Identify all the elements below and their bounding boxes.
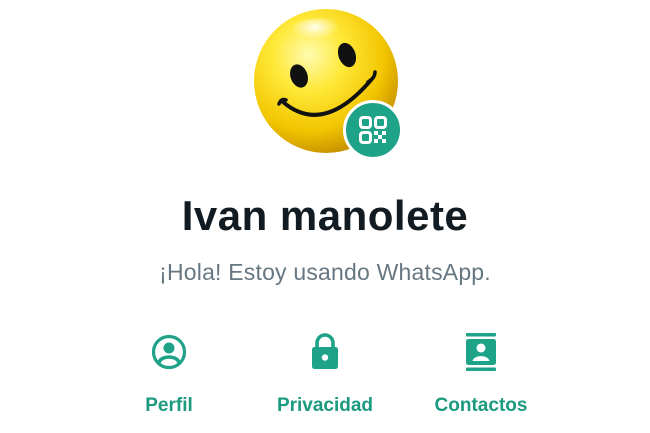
- account-circle-icon: [149, 332, 189, 372]
- quick-actions: Perfil Privacidad Contactos: [0, 328, 650, 428]
- contacts-action-button[interactable]: Contactos: [411, 328, 551, 428]
- profile-status: ¡Hola! Estoy usando WhatsApp.: [159, 259, 491, 285]
- profile-action-button[interactable]: Perfil: [99, 328, 239, 428]
- privacy-action-button[interactable]: Privacidad: [255, 328, 395, 428]
- action-label-contactos: Contactos: [434, 395, 528, 416]
- avatar-container: [253, 8, 403, 160]
- profile-name: Ivan manolete: [181, 192, 469, 239]
- contacts-book-icon: [461, 332, 501, 372]
- profile-screen: Ivan manolete ¡Hola! Estoy usando WhatsA…: [0, 0, 650, 433]
- lock-icon: [305, 332, 345, 372]
- action-label-perfil: Perfil: [145, 395, 193, 416]
- qr-code-icon: [359, 116, 387, 144]
- qr-code-button[interactable]: [343, 100, 403, 160]
- action-label-privacidad: Privacidad: [276, 395, 374, 416]
